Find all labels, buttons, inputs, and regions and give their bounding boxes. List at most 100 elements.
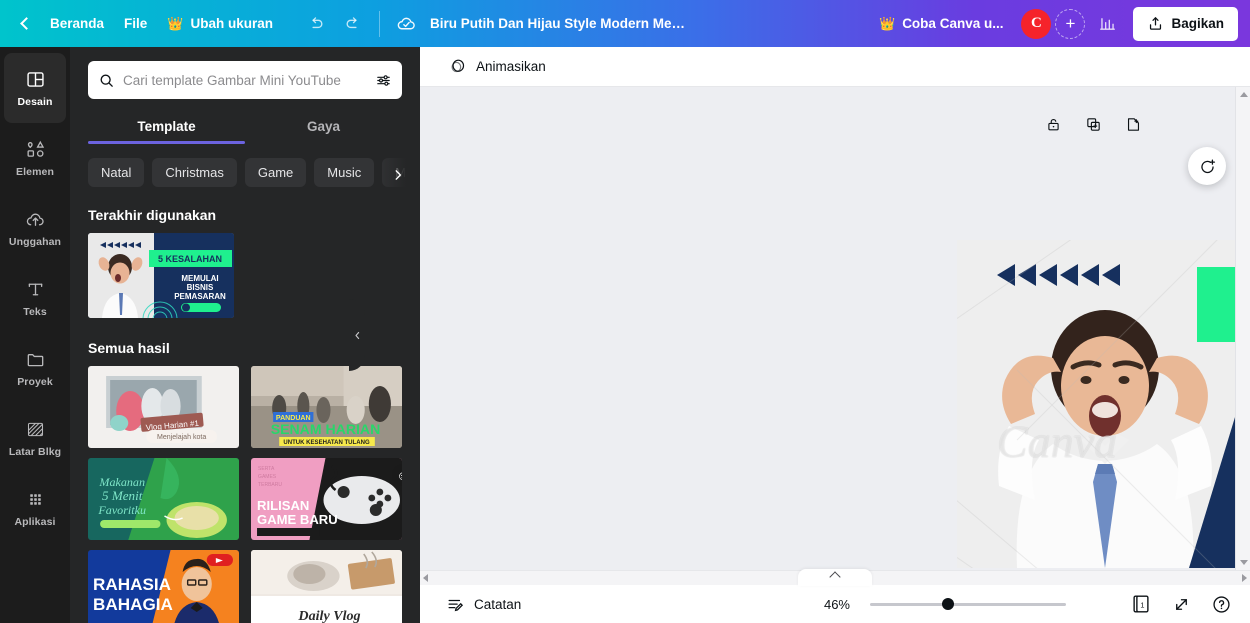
template-panel: Template Gaya Natal Christmas Game Music… xyxy=(70,47,420,623)
canvas-area[interactable]: Canva 5 KESALAHAN MEMULAI BISNIS PEMASAR… xyxy=(420,87,1250,570)
text-t-icon xyxy=(25,279,46,301)
svg-text:SENAM HARIAN: SENAM HARIAN xyxy=(271,421,381,437)
lock-page-button[interactable] xyxy=(1040,111,1066,137)
layout-design-icon xyxy=(25,69,46,91)
result-card-rilisan-game-baru[interactable]: ☺ SERTA GAMES TERBARU xyxy=(251,458,402,540)
chip-music[interactable]: Music xyxy=(314,158,375,187)
redo-button[interactable] xyxy=(337,8,369,40)
sidebar-item-proyek[interactable]: Proyek xyxy=(4,333,66,403)
left-rail: Desain Elemen Unggahan Teks Proyek Latar… xyxy=(0,47,70,623)
sidebar-label-desain: Desain xyxy=(17,95,53,108)
svg-text:MEMULAI: MEMULAI xyxy=(181,274,218,283)
bottom-toolbar: Catatan 46% 1 xyxy=(420,585,1250,623)
page-manager-button[interactable]: 1 xyxy=(1126,589,1156,619)
sidebar-item-desain[interactable]: Desain xyxy=(4,53,66,123)
recent-template-thumb: 5 KESALAHAN MEMULAI BISNIS PEMASARAN xyxy=(88,233,234,318)
svg-text:GAME BARU: GAME BARU xyxy=(257,512,338,527)
sidebar-item-teks[interactable]: Teks xyxy=(4,263,66,333)
avatar[interactable]: C xyxy=(1021,8,1052,39)
home-button[interactable]: Beranda xyxy=(40,8,114,40)
arrow-decoration-row xyxy=(997,260,1145,290)
back-button[interactable] xyxy=(10,9,40,39)
zoom-slider[interactable] xyxy=(870,597,1066,611)
triangle-right-icon[interactable] xyxy=(1242,574,1247,582)
bottom-panel-toggle[interactable] xyxy=(798,569,872,586)
canvas-horizontal-scrollbar[interactable] xyxy=(420,569,1250,586)
result-card-rahasia-bahagia[interactable]: RAHASIA BAHAGIA xyxy=(88,550,239,623)
share-button[interactable]: Bagikan xyxy=(1133,6,1238,41)
canvas-vertical-scrollbar[interactable] xyxy=(1235,87,1250,570)
lock-icon xyxy=(1047,118,1059,130)
chevron-right-icon xyxy=(395,170,402,180)
scroll-up-button[interactable] xyxy=(1236,87,1250,102)
sidebar-label-elemen: Elemen xyxy=(16,165,54,178)
file-menu-button[interactable]: File xyxy=(114,8,157,40)
svg-text:GAMES: GAMES xyxy=(258,474,277,480)
triangle-left-icon[interactable] xyxy=(423,574,428,582)
chip-natal[interactable]: Natal xyxy=(88,158,145,187)
chips-next-button[interactable] xyxy=(386,160,410,190)
results-grid: Vlog Harian #1 Menjelajah kota PANDUAN S… xyxy=(88,366,402,623)
design-page[interactable]: Canva 5 KESALAHAN MEMULAI BISNIS PEMASAR… xyxy=(957,240,1250,568)
try-canva-pro-button[interactable]: 👑 Coba Canva u... xyxy=(867,8,1015,40)
home-label: Beranda xyxy=(50,16,105,31)
notes-button[interactable]: Catatan xyxy=(440,591,527,618)
panel-collapse-handle[interactable] xyxy=(349,299,365,371)
rahasia-bahagia-thumb: RAHASIA BAHAGIA xyxy=(88,550,239,623)
tab-template[interactable]: Template xyxy=(88,111,245,144)
undo-button[interactable] xyxy=(299,8,331,40)
sliders-filter-icon[interactable] xyxy=(375,72,392,89)
sidebar-item-aplikasi[interactable]: Aplikasi xyxy=(4,473,66,543)
svg-text:RILISAN: RILISAN xyxy=(257,498,309,513)
search-input[interactable] xyxy=(123,72,367,88)
zoom-slider-knob[interactable] xyxy=(942,598,954,610)
top-toolbar: Beranda File 👑 Ubah ukuran Biru Putih Da… xyxy=(0,0,1250,47)
tab-gaya-label: Gaya xyxy=(306,119,341,134)
expand-fullscreen-icon xyxy=(1175,598,1187,610)
page-manager-icon: 1 xyxy=(1133,595,1149,613)
help-button[interactable] xyxy=(1206,589,1236,619)
result-card-senam-harian[interactable]: PANDUAN SENAM HARIAN UNTUK KESEHATAN TUL… xyxy=(251,366,402,448)
shapes-elements-icon xyxy=(25,139,46,161)
recent-section-title: Terakhir digunakan xyxy=(88,207,217,223)
add-comment-button[interactable] xyxy=(1188,147,1226,185)
editor-area: Animasikan Canva Catatan 46% 1 xyxy=(420,47,1250,623)
chip-game[interactable]: Game xyxy=(244,158,307,187)
fullscreen-button[interactable] xyxy=(1166,589,1196,619)
cloud-saved-button[interactable] xyxy=(390,8,422,40)
help-question-icon xyxy=(1212,595,1230,613)
search-box[interactable] xyxy=(88,61,402,99)
analytics-button[interactable] xyxy=(1091,8,1123,40)
sidebar-item-latar-belakang[interactable]: Latar Blkg xyxy=(4,403,66,473)
recent-template-card[interactable]: 5 KESALAHAN MEMULAI BISNIS PEMASARAN xyxy=(88,233,234,318)
tab-gaya[interactable]: Gaya xyxy=(245,111,402,144)
svg-text:5 Menit: 5 Menit xyxy=(102,488,143,503)
animate-button[interactable]: Animasikan xyxy=(440,52,554,81)
tab-template-label: Template xyxy=(137,119,196,134)
share-label: Bagikan xyxy=(1171,16,1224,31)
notes-icon xyxy=(448,599,464,611)
page-number: 1 xyxy=(1140,601,1144,610)
result-card-daily-vlog[interactable]: Daily Vlog xyxy=(251,550,402,623)
chip-christmas[interactable]: Christmas xyxy=(152,158,237,187)
result-card-vlog-harian[interactable]: Vlog Harian #1 Menjelajah kota xyxy=(88,366,239,448)
scroll-down-button[interactable] xyxy=(1236,555,1250,570)
resize-button[interactable]: 👑 Ubah ukuran xyxy=(157,8,283,40)
panel-scroll-area[interactable]: Terakhir digunakan 5 KESALAHAN MEMULAI B… xyxy=(70,195,420,623)
add-collaborator-button[interactable]: + xyxy=(1055,8,1086,39)
sidebar-item-elemen[interactable]: Elemen xyxy=(4,123,66,193)
sidebar-label-latar-belakang: Latar Blkg xyxy=(8,445,62,458)
result-card-makanan-favoritku[interactable]: Makanan 5 Menit Favoritku xyxy=(88,458,239,540)
sidebar-item-unggahan[interactable]: Unggahan xyxy=(4,193,66,263)
search-icon xyxy=(100,74,113,87)
resize-label: Ubah ukuran xyxy=(190,16,273,31)
svg-text:SERTA: SERTA xyxy=(258,466,275,472)
export-page-button[interactable] xyxy=(1120,111,1146,137)
document-title[interactable]: Biru Putih Dan Hijau Style Modern Memula… xyxy=(422,11,702,36)
crown-icon-pro: 👑 xyxy=(879,16,896,31)
svg-text:PEMASARAN: PEMASARAN xyxy=(174,292,226,301)
zoom-slider-track xyxy=(870,602,1066,606)
cloud-saved-icon xyxy=(397,17,415,30)
page-float-tools xyxy=(1040,111,1146,137)
duplicate-page-button[interactable] xyxy=(1080,111,1106,137)
